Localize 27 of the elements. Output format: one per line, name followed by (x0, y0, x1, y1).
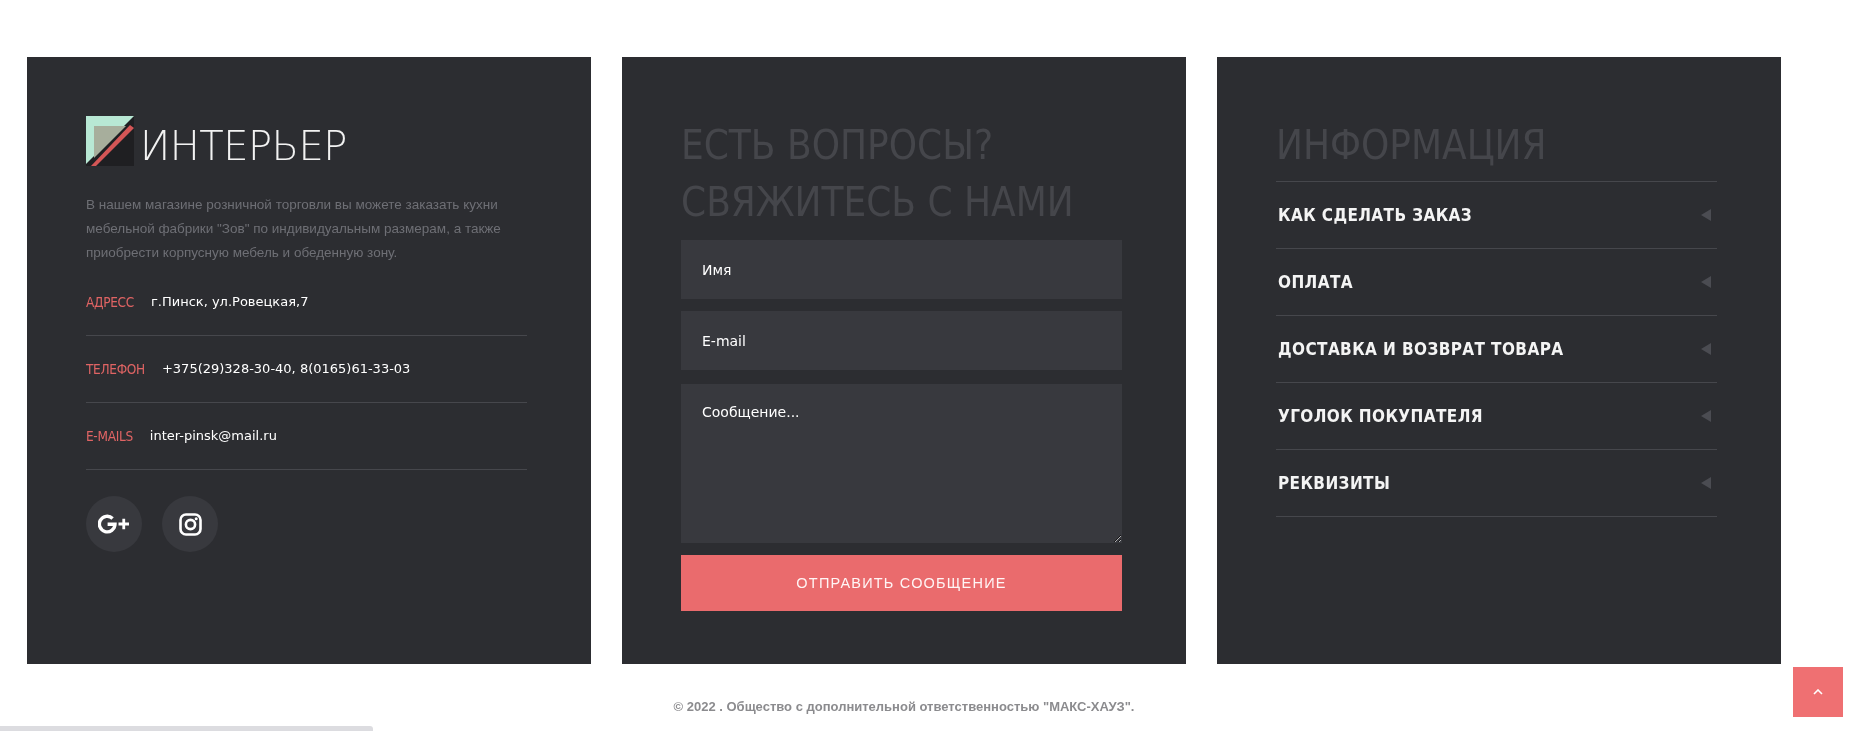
message-field[interactable]: Сообщение... (681, 384, 1122, 543)
info-link[interactable]: ОПЛАТА (1276, 249, 1717, 315)
contact-label: ТЕЛЕФОН (86, 360, 145, 379)
info-link[interactable]: КАК СДЕЛАТЬ ЗАКАЗ (1276, 182, 1717, 248)
contact-label: АДРЕСС (86, 293, 134, 312)
text-field[interactable]: E-mail (681, 311, 1122, 370)
contact-value: +375(29)328-30-40, 8(0165)61-33-03 (161, 360, 411, 378)
caret-icon (1701, 477, 1711, 489)
caret-icon (1701, 343, 1711, 355)
contact-value: г.Пинск, ул.Ровецкая,7 (150, 293, 309, 311)
info-link[interactable]: УГОЛОК ПОКУПАТЕЛЯ (1276, 383, 1717, 449)
info-link[interactable]: РЕКВИЗИТЫ (1276, 450, 1717, 516)
caret-icon (1701, 209, 1711, 221)
chevron-up-icon (1813, 689, 1823, 695)
text-field[interactable]: Имя (681, 240, 1122, 299)
info-link[interactable]: ДОСТАВКА И ВОЗВРАТ ТОВАРА (1276, 316, 1717, 382)
caret-icon (1701, 410, 1711, 422)
contact-value: inter-pinsk@mail.ru (149, 427, 277, 445)
camera-icon (178, 512, 202, 536)
g-plus-icon (97, 514, 131, 534)
logo-icon (86, 116, 134, 166)
caret-icon (1701, 276, 1711, 288)
store-description: В нашем магазине розничной торговли вы можете заказать кухни мебельной фабрики "Зов" по индивидуальным размерам, а также приобрести корпусную мебель и обеденную зону. (86, 196, 502, 262)
copyright-text: © 2022 . Общество с дополнительной ответственностью "МАКС-ХАУЗ". (673, 699, 1135, 714)
scrollbar-thumb[interactable] (0, 726, 373, 731)
logo-text: ИНТЕРЬЕР (140, 126, 347, 166)
contact-label: E-MAILS (86, 427, 133, 446)
